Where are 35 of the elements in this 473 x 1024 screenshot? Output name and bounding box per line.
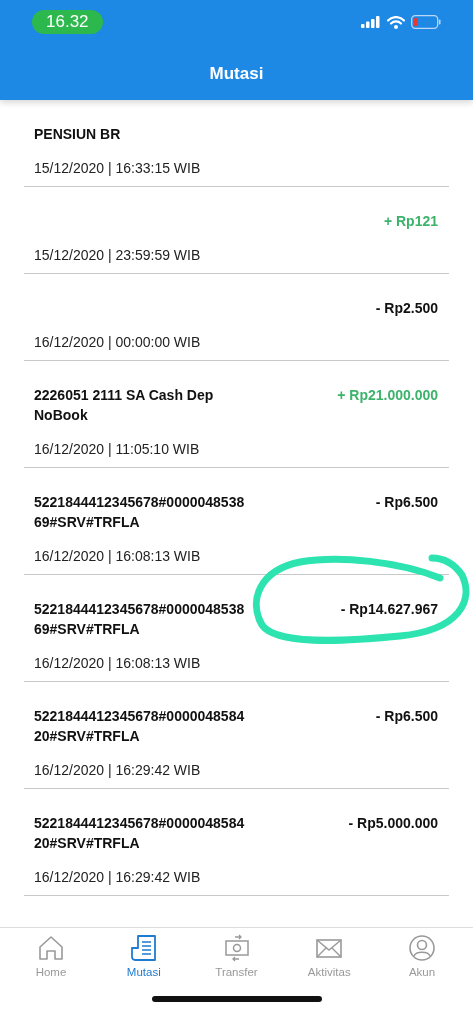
money-transfer-icon: [222, 934, 251, 962]
transaction-description: 5221844412345678#000004858420#SRV#TRFLA: [34, 814, 246, 853]
transaction-date: 16/12/2020 | 16:29:42 WIB: [34, 868, 202, 887]
transaction-date: 16/12/2020 | 00:00:00 WIB: [34, 333, 202, 352]
transaction-amount: - Rp6.500: [375, 707, 438, 726]
tab-item[interactable]: Aktivitas: [294, 934, 365, 978]
document-icon: [129, 934, 158, 962]
transaction-description: 5221844412345678#000004858420#SRV#TRFLA: [34, 707, 246, 746]
transaction-amount: - Rp6.500: [375, 493, 438, 512]
signal-icon: [361, 16, 381, 28]
transaction-description: PENSIUN BR: [34, 125, 122, 144]
transaction-description: 5221844412345678#000004853869#SRV#TRFLA: [34, 493, 246, 532]
transaction-date: 16/12/2020 | 11:05:10 WIB: [34, 440, 201, 459]
tab-item[interactable]: Transfer: [201, 934, 272, 978]
page-title: Mutasi: [208, 64, 265, 84]
transaction-date: 15/12/2020 | 23:59:59 WIB: [34, 246, 202, 265]
transaction-date: 16/12/2020 | 16:08:13 WIB: [34, 654, 202, 673]
transaction-amount: - Rp2.500: [375, 299, 438, 318]
status-time: 16.32: [32, 10, 103, 34]
transaction-amount: + Rp121: [383, 212, 438, 231]
home-icon: [37, 934, 65, 962]
transaction-date: 16/12/2020 | 16:08:13 WIB: [34, 547, 202, 566]
tab-item[interactable]: Akun: [387, 934, 457, 978]
tab-item[interactable]: Home: [16, 934, 86, 978]
transaction-date: 16/12/2020 | 16:29:42 WIB: [34, 761, 202, 780]
wifi-icon: [387, 15, 405, 29]
transaction-description: 2226051 2111 SA Cash Dep NoBook: [34, 386, 215, 425]
transaction-date: 15/12/2020 | 16:33:15 WIB: [34, 159, 202, 178]
transaction-amount: + Rp21.000.000: [337, 386, 438, 405]
account-icon: [408, 934, 436, 962]
battery-icon: [411, 15, 441, 29]
transaction-amount: - Rp14.627.967: [340, 600, 438, 619]
transaction-description: 5221844412345678#000004853869#SRV#TRFLA: [34, 600, 246, 639]
transaction-amount: - Rp5.000.000: [348, 814, 438, 833]
tab-item[interactable]: Mutasi: [108, 934, 179, 978]
